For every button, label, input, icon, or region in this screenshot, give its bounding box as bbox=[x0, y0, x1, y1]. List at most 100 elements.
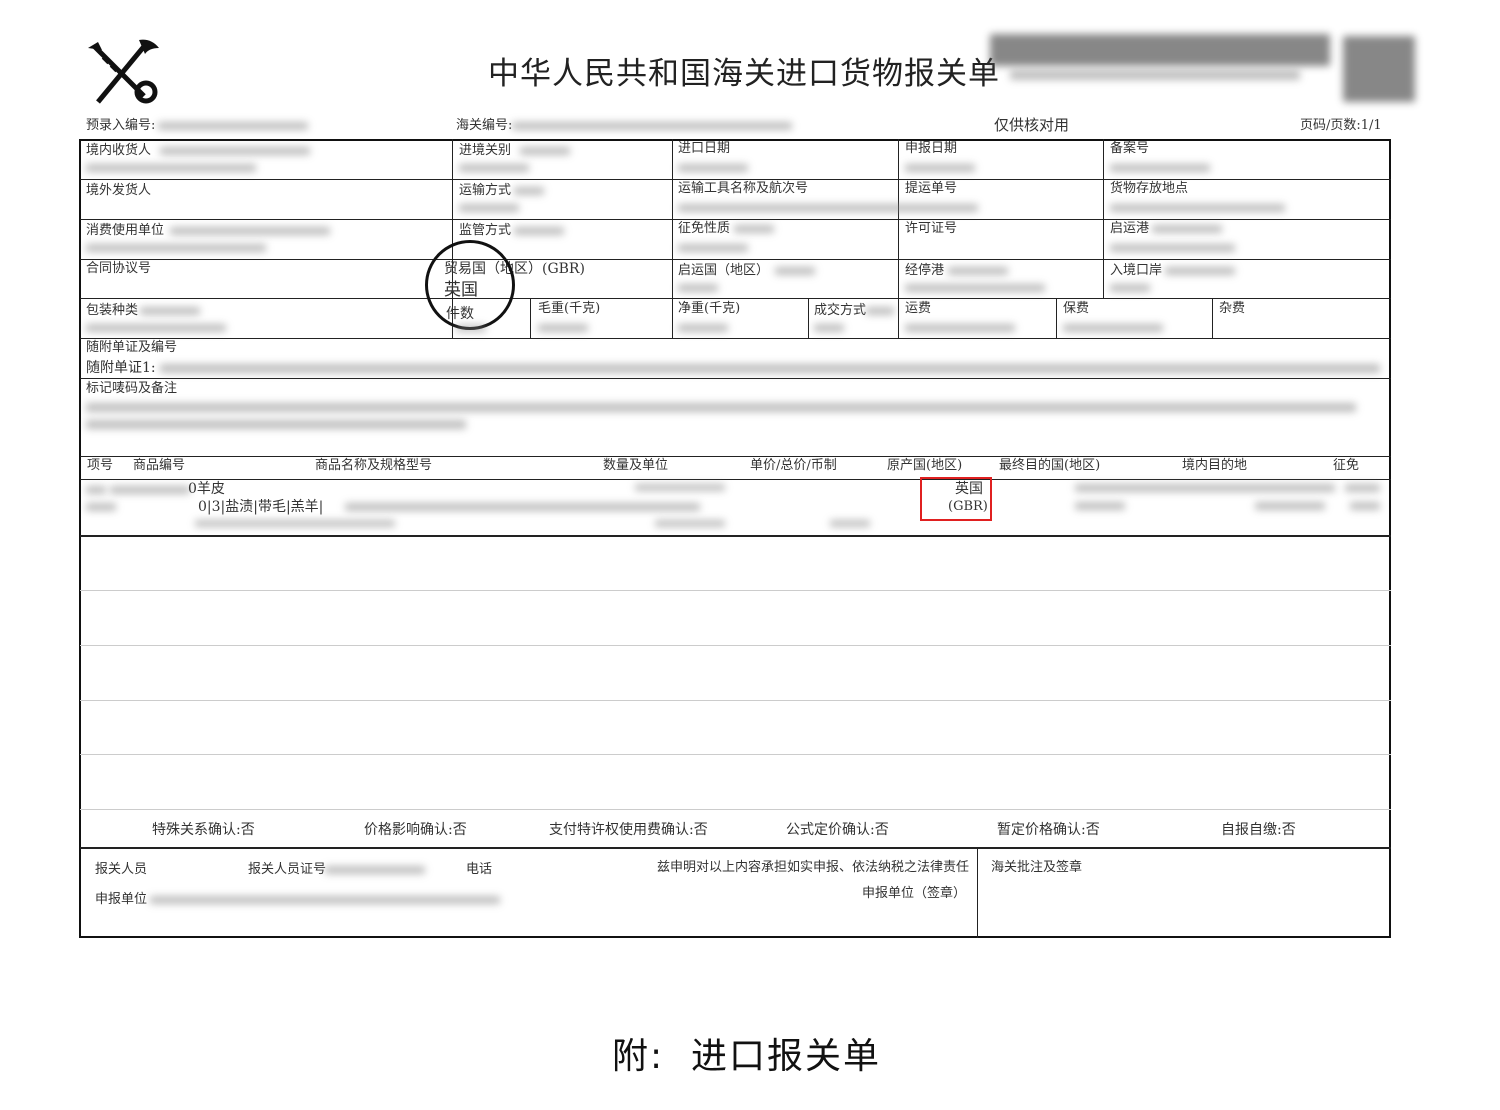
redacted-field bbox=[110, 486, 190, 494]
goods-header-domestic-destination: 境内目的地 bbox=[1182, 458, 1248, 473]
storage-label: 货物存放地点 bbox=[1110, 181, 1189, 196]
entry-customs-label: 进境关别 bbox=[459, 143, 512, 158]
redacted-field bbox=[195, 520, 395, 527]
redacted-field bbox=[1110, 244, 1235, 252]
redacted-barcode bbox=[990, 34, 1330, 66]
row-divider bbox=[80, 219, 1391, 220]
redacted-field bbox=[514, 187, 544, 195]
redacted-field bbox=[1345, 484, 1380, 492]
transport-mode-label: 运输方式 bbox=[459, 183, 512, 198]
goods-header-quantity: 数量及单位 bbox=[603, 458, 669, 473]
declare-date-label: 申报日期 bbox=[905, 141, 958, 156]
redacted-field bbox=[150, 896, 500, 904]
row-divider bbox=[80, 645, 1391, 646]
confirm-formula-price: 公式定价确认:否 bbox=[786, 822, 889, 838]
row-divider bbox=[80, 590, 1391, 591]
insurance-label: 保费 bbox=[1063, 301, 1090, 316]
row-divider bbox=[80, 378, 1391, 379]
redacted-field bbox=[520, 147, 570, 155]
goods-header-name: 商品名称及规格型号 bbox=[315, 458, 433, 473]
origin-country-code: (GBR) bbox=[948, 499, 988, 514]
redacted-field bbox=[86, 324, 226, 332]
col-divider bbox=[530, 298, 531, 338]
redacted-field bbox=[678, 164, 748, 172]
net-weight-label: 净重(千克) bbox=[678, 301, 741, 316]
declare-unit-label: 申报单位 bbox=[95, 892, 148, 907]
redacted-field bbox=[1255, 502, 1325, 510]
marks-remarks-label: 标记唛码及备注 bbox=[86, 381, 178, 396]
row-divider bbox=[80, 259, 1391, 260]
goods-header-destination: 最终目的国(地区) bbox=[999, 458, 1101, 473]
col-divider bbox=[1212, 298, 1213, 338]
row-divider bbox=[80, 298, 1391, 299]
page-caption: 附: 进口报关单 bbox=[612, 1036, 882, 1077]
redacted-field bbox=[459, 164, 529, 172]
license-label: 许可证号 bbox=[905, 221, 958, 236]
redacted-field bbox=[1075, 484, 1335, 492]
pieces-label: 件数 bbox=[446, 306, 474, 322]
redacted-field bbox=[86, 244, 266, 252]
phone-label: 电话 bbox=[466, 862, 493, 877]
goods-header-code: 商品编号 bbox=[133, 458, 186, 473]
redacted-field bbox=[905, 164, 975, 172]
goods-header-tax: 征免 bbox=[1333, 458, 1360, 473]
row-divider bbox=[80, 456, 1391, 457]
confirm-special-relation: 特殊关系确认:否 bbox=[152, 822, 255, 838]
redacted-field bbox=[514, 227, 564, 235]
redacted-field bbox=[734, 225, 774, 233]
confirm-self-declare: 自报自缴:否 bbox=[1221, 822, 1296, 838]
declare-unit-sign-label: 申报单位（签章） bbox=[862, 886, 967, 901]
row-divider bbox=[80, 338, 1391, 339]
redacted-field bbox=[1165, 267, 1235, 275]
redacted-field bbox=[86, 503, 116, 511]
origin-country: 英国 bbox=[955, 481, 983, 497]
tax-nature-label: 征免性质 bbox=[678, 221, 731, 236]
redacted-field bbox=[86, 164, 256, 172]
redacted-field bbox=[345, 503, 700, 511]
legal-statement: 兹申明对以上内容承担如实申报、依法纳税之法律责任 bbox=[657, 860, 970, 875]
consumer-label: 消费使用单位 bbox=[86, 223, 165, 238]
shipper-label: 境外发货人 bbox=[86, 183, 152, 198]
row-divider bbox=[80, 479, 1391, 480]
redacted-field bbox=[1110, 164, 1210, 172]
redacted-field bbox=[635, 484, 725, 491]
record-no-label: 备案号 bbox=[1110, 141, 1150, 156]
redacted-barcode-number bbox=[1010, 70, 1300, 80]
page-count: 页码/页数:1/1 bbox=[1300, 118, 1382, 133]
redacted-field bbox=[830, 520, 870, 527]
redacted-qr-code bbox=[1343, 36, 1415, 102]
redacted-field bbox=[1063, 324, 1163, 332]
departure-country-label: 启运国（地区） bbox=[678, 263, 770, 278]
confirm-provisional-price: 暂定价格确认:否 bbox=[997, 822, 1100, 838]
vessel-label: 运输工具名称及航次号 bbox=[678, 181, 809, 196]
entry-port-label: 入境口岸 bbox=[1110, 263, 1163, 278]
attached-docs-label: 随附单证及编号 bbox=[86, 340, 178, 355]
customs-remark-label: 海关批注及签章 bbox=[991, 860, 1083, 875]
row-divider bbox=[80, 179, 1391, 180]
redacted-field bbox=[1152, 225, 1222, 233]
col-divider bbox=[808, 298, 809, 338]
redacted-field bbox=[325, 866, 425, 874]
redacted-field bbox=[1110, 284, 1150, 292]
redacted-field bbox=[459, 204, 519, 212]
stop-port-label: 经停港 bbox=[905, 263, 945, 278]
col-divider bbox=[1103, 139, 1104, 299]
redacted-field bbox=[814, 324, 844, 332]
redacted-field bbox=[775, 267, 815, 275]
redacted-field bbox=[1350, 502, 1380, 510]
redacted-field bbox=[678, 204, 978, 212]
package-label: 包装种类 bbox=[86, 303, 139, 318]
goods-header-origin: 原产国(地区) bbox=[887, 458, 963, 473]
goods-name-line2: 0|3|盐渍|带毛|羔羊| bbox=[198, 499, 324, 515]
redacted-field bbox=[678, 244, 748, 252]
import-date-label: 进口日期 bbox=[678, 141, 731, 156]
col-divider bbox=[898, 139, 899, 339]
col-divider bbox=[1056, 298, 1057, 338]
redacted-field bbox=[160, 147, 310, 155]
bill-no-label: 提运单号 bbox=[905, 181, 958, 196]
redacted-field bbox=[905, 284, 1045, 292]
redacted-field bbox=[1110, 204, 1285, 212]
redacted-field bbox=[866, 307, 894, 315]
pre-entry-number-label: 预录入编号: bbox=[86, 118, 156, 133]
customs-number-label: 海关编号: bbox=[456, 118, 513, 133]
